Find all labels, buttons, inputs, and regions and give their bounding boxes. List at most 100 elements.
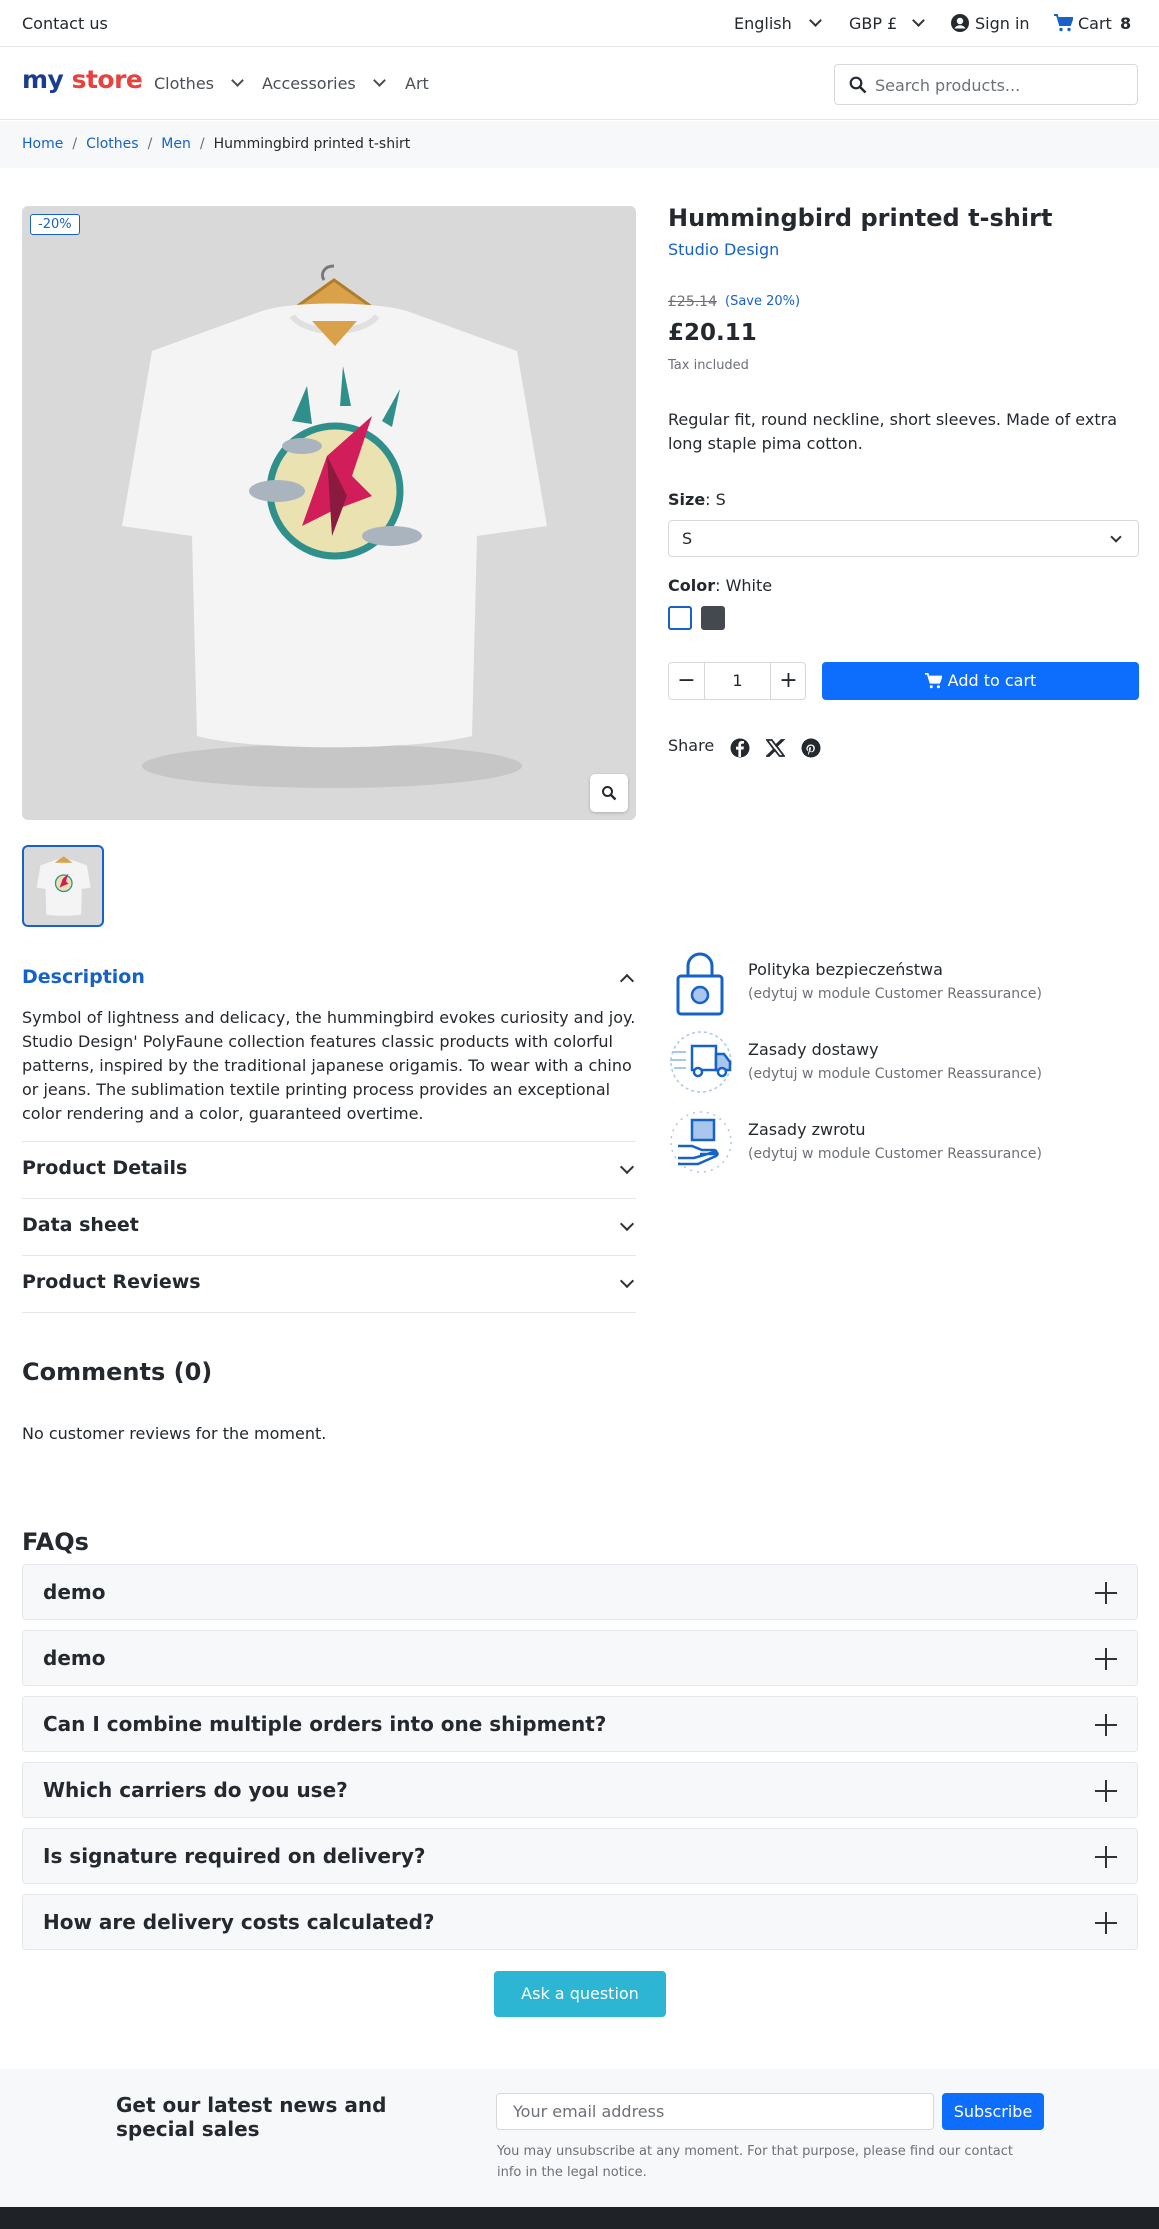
chevron-up-icon[interactable] [619, 973, 635, 989]
product-reviews-tab-header: Product Reviews [22, 1271, 201, 1293]
tax-label: Tax included [668, 358, 749, 373]
reassurance-returns-subtitle: (edytuj w module Customer Reassurance) [748, 1146, 1042, 1162]
nav-clothes-label: Clothes [154, 74, 214, 93]
search-input[interactable]: Search products... [834, 64, 1138, 105]
increment-button[interactable]: + [770, 663, 806, 699]
comments-title: Comments (0) [22, 1358, 213, 1386]
language-label: English [734, 14, 792, 33]
top-bar: Contact us English GBP £ Sign in Cart 8 [0, 0, 1159, 47]
faq-item[interactable]: demo [22, 1564, 1138, 1620]
newsletter-title: Get our latest news and special sales [116, 2093, 387, 2141]
chevron-down-icon [619, 1159, 635, 1175]
color-swatch-white[interactable] [668, 606, 692, 630]
plus-icon [1095, 1912, 1117, 1934]
cart-count-badge: 8 [1120, 14, 1132, 33]
brand-link[interactable]: Studio Design [668, 240, 779, 259]
faq-item[interactable]: How are delivery costs calculated? [22, 1894, 1138, 1950]
description-tab-header[interactable]: Description [22, 966, 145, 988]
breadcrumb-men[interactable]: Men [161, 136, 191, 152]
nav-accessories[interactable]: Accessories [262, 74, 386, 93]
breadcrumb-home[interactable]: Home [22, 136, 63, 152]
currency-label: GBP £ [849, 14, 898, 33]
cart-icon [1054, 14, 1073, 32]
logo-store: store [71, 65, 143, 94]
facebook-icon[interactable] [730, 738, 750, 758]
language-selector[interactable]: English [734, 0, 822, 47]
pinterest-icon[interactable] [801, 738, 821, 758]
currency-selector[interactable]: GBP £ [849, 0, 926, 47]
data-sheet-tab[interactable]: Data sheet [22, 1199, 636, 1256]
current-price: £20.11 [668, 320, 757, 346]
chevron-down-icon [619, 1273, 635, 1289]
chevron-down-icon [231, 74, 244, 87]
tshirt-thumbnail-image [36, 856, 91, 916]
quantity-input[interactable]: 1 [705, 663, 770, 699]
chevron-down-icon [912, 14, 926, 27]
subscribe-button[interactable]: Subscribe [942, 2093, 1044, 2130]
size-label-value: S [715, 490, 726, 509]
short-description: Regular fit, round neckline, short sleev… [668, 410, 1117, 453]
plus-icon [1095, 1846, 1117, 1868]
quantity-stepper: − 1 + [668, 662, 806, 700]
size-select-value: S [682, 529, 693, 548]
breadcrumb-clothes[interactable]: Clothes [86, 136, 139, 152]
data-sheet-tab-header: Data sheet [22, 1214, 139, 1236]
zoom-button[interactable] [590, 774, 628, 812]
decrement-button[interactable]: − [669, 663, 705, 699]
product-details-tab[interactable]: Product Details [22, 1142, 636, 1199]
cart-link[interactable]: Cart 8 [1054, 0, 1144, 47]
faq-item[interactable]: Is signature required on delivery? [22, 1828, 1138, 1884]
product-title: Hummingbird printed t-shirt [668, 204, 1053, 232]
color-swatch-grey[interactable] [701, 606, 725, 630]
nav-art[interactable]: Art [405, 74, 429, 93]
reassurance-returns: Zasady zwrotu (edytuj w module Customer … [668, 1110, 1138, 1180]
reassurance-returns-title: Zasady zwrotu [748, 1120, 866, 1139]
size-label-key: Size [668, 490, 706, 509]
reassurance-security: Polityka bezpieczeństwa (edytuj w module… [668, 950, 1138, 1020]
reassurance-delivery-title: Zasady dostawy [748, 1040, 879, 1059]
product-details-tab-header: Product Details [22, 1157, 188, 1179]
size-label: Size: S [668, 490, 726, 509]
faq-question: Can I combine multiple orders into one s… [43, 1712, 607, 1736]
chevron-down-icon [619, 1216, 635, 1232]
contact-us-link[interactable]: Contact us [22, 0, 108, 47]
chevron-down-icon [1110, 531, 1122, 543]
footer-bar [0, 2207, 1159, 2229]
newsletter-email-input[interactable]: Your email address [496, 2093, 934, 2130]
reassurance-delivery-subtitle: (edytuj w module Customer Reassurance) [748, 1066, 1042, 1082]
return-package-icon [670, 1111, 732, 1173]
product-thumbnail[interactable] [22, 845, 104, 927]
store-logo[interactable]: my store [22, 65, 143, 94]
x-twitter-icon[interactable] [766, 739, 785, 757]
add-to-cart-button[interactable]: Add to cart [822, 662, 1139, 700]
user-icon [951, 14, 969, 32]
logo-my: my [22, 65, 64, 94]
plus-icon [1095, 1714, 1117, 1736]
faq-question: Is signature required on delivery? [43, 1844, 426, 1868]
faq-item[interactable]: demo [22, 1630, 1138, 1686]
share-label: Share [668, 736, 715, 755]
plus-icon [1095, 1648, 1117, 1670]
faq-question: demo [43, 1646, 106, 1670]
search-placeholder: Search products... [875, 76, 1021, 95]
product-reviews-tab[interactable]: Product Reviews [22, 1256, 636, 1313]
zoom-icon [602, 786, 617, 801]
breadcrumb: Home / Clothes / Men / Hummingbird printed t-s… [0, 121, 1159, 168]
faq-question: demo [43, 1580, 106, 1604]
delivery-truck-icon [670, 1031, 732, 1093]
newsletter-note: You may unsubscribe at any moment. For t… [497, 2144, 1014, 2180]
color-label-key: Color [668, 576, 716, 595]
nav-clothes[interactable]: Clothes [154, 74, 244, 93]
regular-price: £25.14 [668, 294, 717, 310]
ask-question-button[interactable]: Ask a question [494, 1971, 666, 2017]
discount-save-label: (Save 20%) [725, 294, 801, 309]
plus-icon [1095, 1780, 1117, 1802]
size-select[interactable]: S [668, 520, 1139, 557]
reassurance-security-title: Polityka bezpieczeństwa [748, 960, 943, 979]
product-main-image[interactable] [22, 206, 636, 820]
breadcrumb-current: Hummingbird printed t-shirt [213, 136, 411, 152]
faq-item[interactable]: Can I combine multiple orders into one s… [22, 1696, 1138, 1752]
reassurance-delivery: Zasady dostawy (edytuj w module Customer… [668, 1030, 1138, 1100]
chevron-down-icon [372, 74, 386, 87]
faq-item[interactable]: Which carriers do you use? [22, 1762, 1138, 1818]
